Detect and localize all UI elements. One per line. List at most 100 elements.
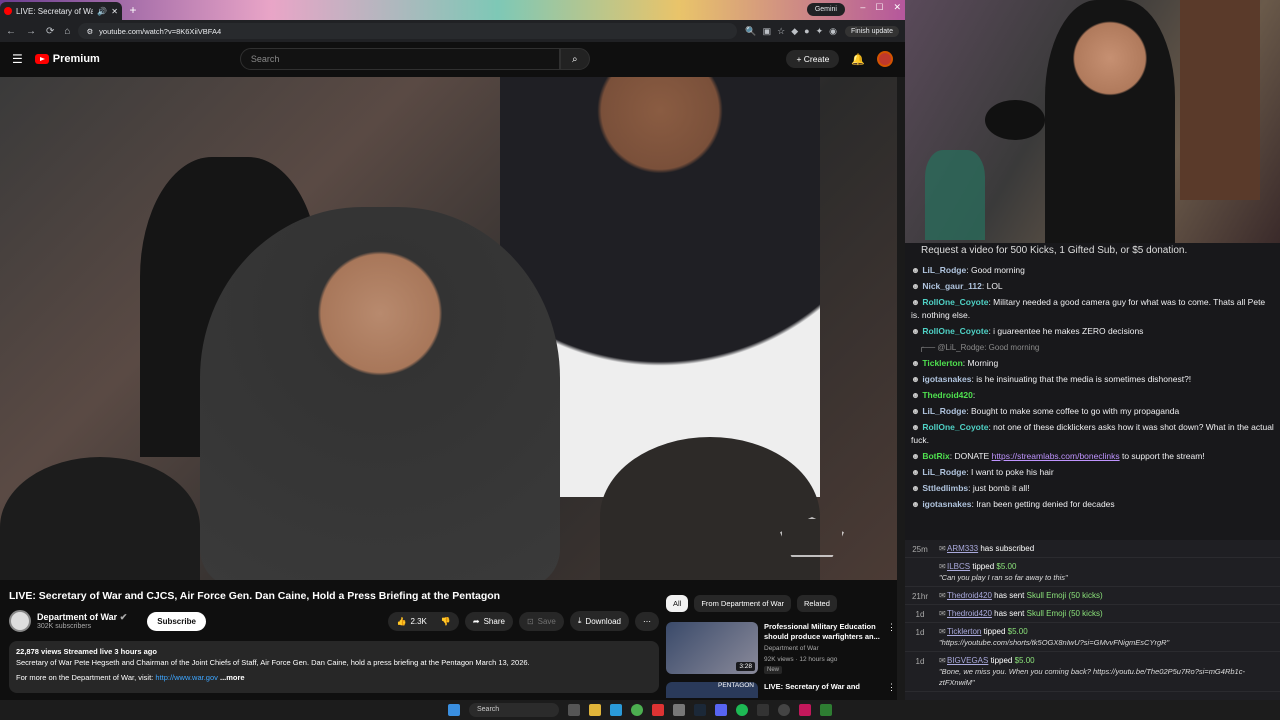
save-button[interactable]: ⊡ Save [518, 611, 564, 631]
event-username[interactable]: ILBCS [947, 562, 970, 571]
puzzle-extensions-icon[interactable]: ✦ [816, 26, 824, 37]
chat-username[interactable]: igotasnakes [922, 499, 971, 509]
chip-all[interactable]: All [666, 595, 689, 612]
kebab-menu-icon[interactable]: ⋮ [887, 622, 896, 674]
extension-icon[interactable]: ◆ [791, 26, 798, 37]
video-player[interactable] [0, 77, 897, 580]
chat-username[interactable]: LiL_Rodge [922, 467, 966, 477]
tab-title: LIVE: Secretary of War and [16, 6, 94, 16]
avatar[interactable] [877, 51, 893, 67]
taskbar: Search [0, 700, 1280, 720]
search-button[interactable]: ⌕ [559, 48, 590, 70]
forward-icon[interactable]: → [26, 26, 36, 37]
zoom-icon[interactable]: 🔍 [745, 26, 756, 37]
taskview-icon[interactable] [568, 704, 580, 716]
search-input[interactable]: Search [239, 48, 560, 70]
chat-link[interactable]: https://streamlabs.com/boneclinks [992, 451, 1120, 461]
user-badge-icon: ☻ [911, 451, 923, 461]
spotify-icon[interactable] [736, 704, 748, 716]
create-button[interactable]: + Create [786, 50, 840, 68]
event-row: 1d ✉ BIGVEGAS tipped $5.00 "Bone, we miss … [905, 652, 1280, 692]
more-actions-button[interactable]: ⋯ [635, 611, 659, 631]
chat-username[interactable]: Ticklerton [922, 358, 962, 368]
thumbs-down-icon[interactable]: 👎 [441, 617, 451, 626]
chat-username[interactable]: LiL_Rodge [922, 406, 966, 416]
youtube-logo[interactable]: Premium [34, 53, 100, 65]
site-info-icon[interactable]: ⚙ [86, 27, 93, 36]
extensions-area: 🔍 ▣ ☆ ◆ ● ✦ ◉ [745, 26, 837, 37]
explorer-icon[interactable] [589, 704, 601, 716]
browser-tab[interactable]: LIVE: Secretary of War and 🔊 ✕ [0, 2, 122, 20]
chat-messages: ☻ LiL_Rodge: Good morning ☻ Nick_gaur_112… [911, 264, 1274, 511]
chat-username[interactable]: LiL_Rodge [922, 265, 966, 275]
new-tab-button[interactable]: + [126, 3, 140, 17]
discord-icon[interactable] [715, 704, 727, 716]
video-description[interactable]: 22,878 views Streamed live 3 hours ago S… [9, 641, 659, 693]
user-badge-icon: ☻ [911, 326, 923, 336]
chat-username[interactable]: Thedroid420 [922, 390, 973, 400]
minimize-icon[interactable]: – [860, 2, 865, 13]
chat-username[interactable]: Sttledlimbs [922, 483, 968, 493]
recommended-video[interactable]: PENTAGON LIVE: Secretary of War and ⋮ [666, 682, 896, 698]
finish-update-button[interactable]: Finish update [844, 25, 899, 37]
app-icon[interactable] [820, 704, 832, 716]
recommended-video[interactable]: 3:28 Professional Military Education sho… [666, 622, 896, 674]
chat-username[interactable]: Nick_gaur_112 [922, 281, 982, 291]
taskbar-search[interactable]: Search [469, 703, 559, 717]
extension-icon[interactable]: ● [804, 26, 809, 37]
chat-username[interactable]: RollOne_Coyote [922, 297, 988, 307]
reload-icon[interactable]: ⟳ [46, 26, 54, 37]
address-toolbar: ← → ⟳ ⌂ ⚙ youtube.com/watch?v=8K6XiiVBFA… [0, 20, 905, 42]
home-icon[interactable]: ⌂ [64, 26, 70, 37]
hamburger-menu-icon[interactable]: ☰ [12, 52, 23, 66]
share-button[interactable]: ➦ Share [464, 611, 513, 631]
chat-username[interactable]: RollOne_Coyote [922, 422, 988, 432]
app-icon[interactable] [673, 704, 685, 716]
maximize-icon[interactable]: ☐ [875, 2, 883, 13]
subscribe-button[interactable]: Subscribe [147, 611, 206, 631]
edge-icon[interactable] [610, 704, 622, 716]
chat-username[interactable]: igotasnakes [922, 374, 971, 384]
windows-start-icon[interactable] [448, 704, 460, 716]
chat-username[interactable]: RollOne_Coyote [922, 326, 988, 336]
chip-related[interactable]: Related [797, 595, 837, 612]
description-link[interactable]: http://www.war.gov [155, 673, 218, 682]
bookmark-star-icon[interactable]: ☆ [777, 26, 785, 37]
app-icon[interactable] [757, 704, 769, 716]
kebab-menu-icon[interactable]: ⋮ [887, 682, 896, 698]
description-prefix: For more on the Department of War, visit… [16, 673, 156, 682]
profile-icon[interactable]: ◉ [829, 26, 837, 37]
address-bar[interactable]: ⚙ youtube.com/watch?v=8K6XiiVBFA4 [78, 23, 738, 39]
event-body: ✉ ILBCS tipped $5.00 "Can you play I ran … [935, 561, 1280, 583]
chip-from-channel[interactable]: From Department of War [694, 595, 792, 612]
channel-avatar[interactable] [9, 610, 31, 632]
page-scrollbar[interactable] [897, 77, 905, 700]
video-thumbnail[interactable]: PENTAGON [666, 682, 758, 698]
video-thumbnail[interactable]: 3:28 [666, 622, 758, 674]
show-more-button[interactable]: ...more [220, 673, 245, 682]
close-tab-icon[interactable]: ✕ [111, 7, 118, 16]
obs-icon[interactable] [778, 704, 790, 716]
download-button[interactable]: ⤓ Download [569, 611, 629, 631]
event-username[interactable]: Thedroid420 [947, 609, 992, 618]
channel-name[interactable]: Department of War ✔ [37, 612, 127, 623]
event-username[interactable]: Ticklerton [947, 627, 981, 636]
close-window-icon[interactable]: ✕ [893, 2, 901, 13]
back-icon[interactable]: ← [6, 26, 16, 37]
event-username[interactable]: BIGVEGAS [947, 656, 988, 665]
app-icon[interactable] [652, 704, 664, 716]
steam-icon[interactable] [694, 704, 706, 716]
install-icon[interactable]: ▣ [763, 26, 772, 37]
gemini-button[interactable]: Gemini [806, 3, 845, 16]
speaker-icon[interactable]: 🔊 [97, 7, 107, 16]
chat-username[interactable]: BotRix [922, 451, 949, 461]
more-icon: ⋯ [643, 616, 651, 626]
recommended-title[interactable]: LIVE: Secretary of War and [764, 682, 881, 698]
event-username[interactable]: ARM333 [947, 544, 978, 553]
app-icon[interactable] [799, 704, 811, 716]
chrome-icon[interactable] [631, 704, 643, 716]
notifications-bell-icon[interactable]: 🔔 [851, 53, 865, 66]
recommended-title[interactable]: Professional Military Education should p… [764, 622, 881, 642]
like-button[interactable]: 👍 2.3K 👎 [388, 611, 459, 631]
event-username[interactable]: Thedroid420 [947, 591, 992, 600]
